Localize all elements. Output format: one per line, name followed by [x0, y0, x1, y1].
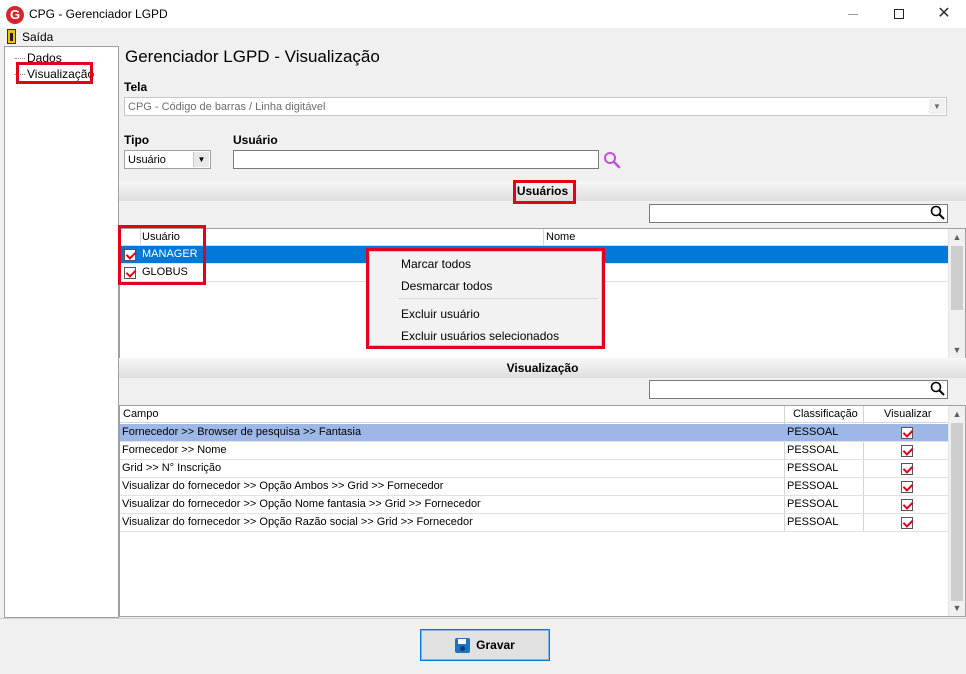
table-row[interactable]: Fornecedor >> Browser de pesquisa >> Fan…: [120, 424, 948, 442]
save-button-label: Gravar: [476, 638, 515, 652]
visualizar-checkbox[interactable]: [901, 427, 913, 439]
navigation-tree: Dados Visualização: [4, 46, 119, 618]
cell-classificacao: PESSOAL: [787, 426, 839, 438]
highlight-box-tree: [16, 62, 93, 84]
cell-campo: Fornecedor >> Browser de pesquisa >> Fan…: [122, 426, 362, 438]
visualizar-checkbox[interactable]: [901, 517, 913, 529]
table-row[interactable]: Visualizar do fornecedor >> Opção Nome f…: [120, 496, 948, 514]
tela-select[interactable]: CPG - Código de barras / Linha digitável…: [124, 97, 947, 116]
tipo-label: Tipo: [124, 133, 150, 147]
cell-campo: Visualizar do fornecedor >> Opção Ambos …: [122, 480, 444, 492]
vis-scrollbar[interactable]: ▲ ▼: [948, 406, 965, 616]
usuario-label: Usuário: [233, 133, 278, 147]
cell-classificacao: PESSOAL: [787, 462, 839, 474]
column-visualizar[interactable]: Visualizar: [884, 408, 932, 420]
tipo-select-value: Usuário: [128, 154, 166, 166]
chevron-down-icon: ▼: [929, 99, 945, 114]
scroll-down-icon[interactable]: ▼: [949, 600, 965, 616]
menu-bar: Saída: [0, 28, 966, 46]
visualizar-checkbox[interactable]: [901, 463, 913, 475]
column-classificacao[interactable]: Classificação: [793, 408, 858, 420]
highlight-box-context-menu: [366, 248, 605, 349]
tela-select-value: CPG - Código de barras / Linha digitável: [128, 101, 326, 113]
cell-classificacao: PESSOAL: [787, 498, 839, 510]
floppy-disk-icon: [455, 637, 471, 653]
users-search-icon[interactable]: [930, 205, 948, 223]
visualizar-checkbox[interactable]: [901, 499, 913, 511]
users-grid-header: Usuário Nome: [120, 229, 950, 246]
tree-line: [15, 58, 25, 59]
table-row[interactable]: Visualizar do fornecedor >> Opção Ambos …: [120, 478, 948, 496]
column-campo[interactable]: Campo: [123, 408, 158, 420]
maximize-button[interactable]: [876, 0, 922, 28]
usuario-input[interactable]: [233, 150, 599, 169]
vis-grid: Campo Classificação Visualizar Fornecedo…: [119, 405, 966, 617]
highlight-box-users-title: [513, 180, 576, 204]
vis-search-input[interactable]: [649, 380, 948, 399]
cell-campo: Visualizar do fornecedor >> Opção Razão …: [122, 516, 473, 528]
cell-campo: Grid >> N° Inscrição: [122, 462, 222, 474]
scroll-thumb[interactable]: [951, 423, 963, 601]
search-icon[interactable]: [603, 151, 621, 169]
users-scrollbar[interactable]: ▲ ▼: [948, 229, 965, 358]
window-title: CPG - Gerenciador LGPD: [29, 7, 168, 21]
maximize-icon: [894, 9, 904, 19]
cell-campo: Fornecedor >> Nome: [122, 444, 227, 456]
visualizar-checkbox[interactable]: [901, 481, 913, 493]
close-icon: ✕: [937, 5, 951, 22]
cell-classificacao: PESSOAL: [787, 444, 839, 456]
highlight-box-user-column: [118, 225, 206, 285]
menu-exit[interactable]: Saída: [22, 30, 53, 44]
vis-search-icon[interactable]: [930, 381, 948, 399]
users-search-input[interactable]: [649, 204, 948, 223]
table-row[interactable]: Grid >> N° Inscrição PESSOAL: [120, 460, 948, 478]
cell-campo: Visualizar do fornecedor >> Opção Nome f…: [122, 498, 481, 510]
bottom-divider: [0, 618, 966, 619]
exit-door-icon: [7, 29, 16, 44]
table-row[interactable]: Visualizar do fornecedor >> Opção Razão …: [120, 514, 948, 532]
table-row[interactable]: Fornecedor >> Nome PESSOAL: [120, 442, 948, 460]
column-divider: [543, 229, 544, 246]
close-button[interactable]: ✕: [921, 0, 966, 28]
chevron-down-icon: ▼: [193, 152, 209, 167]
tipo-select[interactable]: Usuário ▼: [124, 150, 211, 169]
minimize-icon: [848, 13, 858, 15]
cell-classificacao: PESSOAL: [787, 480, 839, 492]
minimize-button[interactable]: [830, 0, 876, 28]
visualizar-checkbox[interactable]: [901, 445, 913, 457]
vis-section-header: Visualização: [119, 358, 966, 378]
app-logo-icon: G: [6, 6, 24, 24]
cell-classificacao: PESSOAL: [787, 516, 839, 528]
scroll-down-icon[interactable]: ▼: [949, 342, 965, 358]
scroll-thumb[interactable]: [951, 246, 963, 310]
tela-label: Tela: [124, 80, 148, 94]
page-title: Gerenciador LGPD - Visualização: [125, 47, 380, 66]
vis-grid-header: Campo Classificação Visualizar: [120, 406, 950, 423]
scroll-up-icon[interactable]: ▲: [949, 229, 965, 245]
column-nome[interactable]: Nome: [546, 231, 575, 243]
save-button[interactable]: Gravar: [420, 629, 550, 661]
scroll-up-icon[interactable]: ▲: [949, 406, 965, 422]
vis-section-title: Visualização: [506, 361, 579, 375]
title-bar: G CPG - Gerenciador LGPD ✕: [0, 0, 966, 28]
